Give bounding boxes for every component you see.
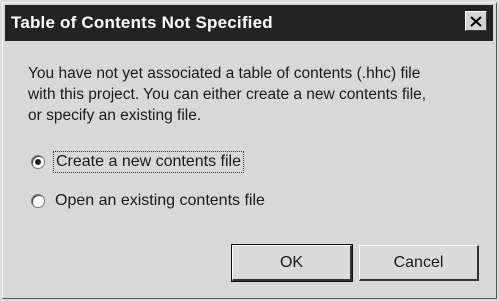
option-label: Create a new contents file (53, 151, 244, 173)
option-create-new[interactable]: Create a new contents file (31, 151, 244, 173)
message-line: or specify an existing file. (28, 107, 202, 124)
close-button[interactable] (465, 11, 487, 31)
message-line: You have not yet associated a table of c… (28, 65, 421, 82)
option-label: Open an existing contents file (55, 192, 265, 209)
dialog-title: Table of Contents Not Specified (11, 13, 273, 32)
radio-button-create-new[interactable] (31, 155, 45, 169)
ok-button[interactable]: OK (231, 244, 353, 282)
radio-button-open-existing[interactable] (31, 194, 45, 208)
message-line: with this project. You can either create… (28, 86, 427, 103)
dialog-window: Table of Contents Not Specified You have… (2, 2, 497, 299)
close-icon (470, 15, 482, 27)
title-bar[interactable]: Table of Contents Not Specified (5, 5, 493, 41)
cancel-button[interactable]: Cancel (359, 245, 479, 281)
option-open-existing[interactable]: Open an existing contents file (31, 192, 265, 210)
message-text: You have not yet associated a table of c… (28, 63, 488, 126)
